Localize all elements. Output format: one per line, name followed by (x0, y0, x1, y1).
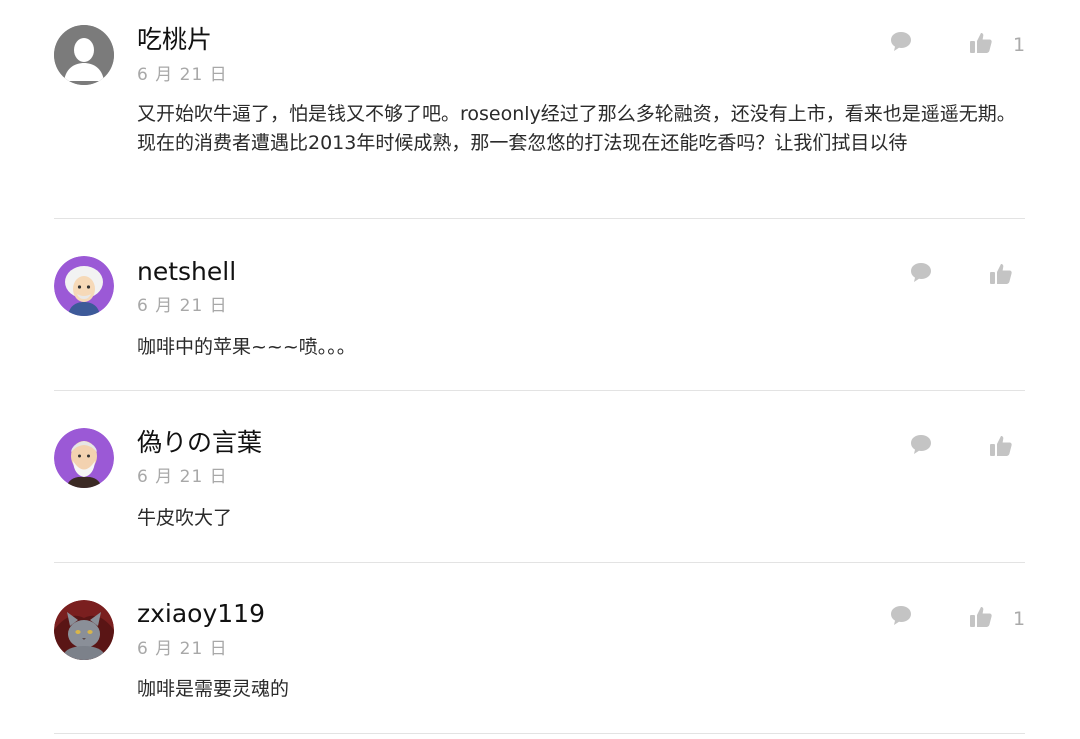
divider (54, 562, 1025, 563)
thumbs-up-icon[interactable] (989, 262, 1013, 286)
speech-bubble-icon[interactable] (889, 604, 913, 628)
comment-text: 牛皮吹大了 (137, 507, 233, 529)
speech-bubble-icon[interactable] (889, 30, 913, 54)
comment-date: 6 月 21 日 (137, 467, 228, 487)
divider (54, 390, 1025, 391)
thumbs-up-icon[interactable] (969, 605, 993, 629)
divider (54, 733, 1025, 734)
comment-text: 又开始吹牛逼了，怕是钱又不够了吧。roseonly经过了那么多轮融资，还没有上市… (137, 103, 1016, 154)
divider (54, 218, 1025, 219)
speech-bubble-icon[interactable] (909, 261, 933, 285)
thumbs-up-icon[interactable] (989, 434, 1013, 458)
comment-date: 6 月 21 日 (137, 65, 228, 85)
cat-avatar[interactable] (54, 600, 114, 660)
comment-username[interactable]: 吃桃片 (137, 25, 212, 55)
comment-username[interactable]: 偽りの言葉 (137, 428, 262, 458)
comment-date: 6 月 21 日 (137, 639, 228, 659)
like-count: 1 (1013, 608, 1026, 630)
speech-bubble-icon[interactable] (909, 433, 933, 457)
like-count: 1 (1013, 34, 1026, 56)
default-avatar[interactable] (54, 25, 114, 85)
thumbs-up-icon[interactable] (969, 31, 993, 55)
einstein-avatar[interactable] (54, 256, 114, 316)
comment-username[interactable]: netshell (137, 257, 236, 287)
old-man-avatar[interactable] (54, 428, 114, 488)
comment-text: 咖啡中的苹果~~~喷。。。 (137, 336, 356, 358)
comment-text: 咖啡是需要灵魂的 (137, 678, 290, 700)
comment-date: 6 月 21 日 (137, 296, 228, 316)
comment-username[interactable]: zxiaoy119 (137, 599, 265, 629)
